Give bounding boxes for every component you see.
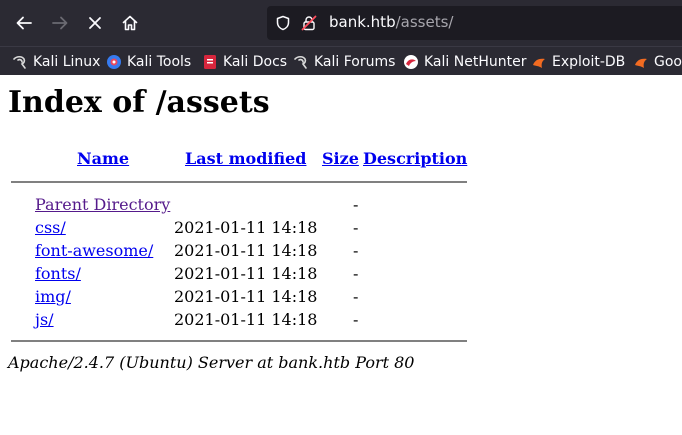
table-row-size: - bbox=[353, 218, 359, 237]
table-row-name: js/ bbox=[35, 310, 54, 329]
server-signature: Apache/2.4.7 (Ubuntu) Server at bank.htb… bbox=[8, 353, 415, 372]
stop-button[interactable] bbox=[80, 8, 110, 38]
forward-button[interactable] bbox=[45, 8, 75, 38]
table-row-size: - bbox=[353, 310, 359, 329]
close-icon bbox=[89, 17, 101, 29]
table-row-size: - bbox=[353, 241, 359, 260]
bookmark-kali-tools[interactable]: Kali Tools bbox=[106, 52, 191, 72]
bookmark-label: Goo bbox=[654, 54, 682, 70]
table-row-size: - bbox=[353, 287, 359, 306]
column-header-size[interactable]: Size bbox=[322, 149, 359, 168]
column-header-name[interactable]: Name bbox=[77, 149, 129, 168]
bookmark-label: Kali Forums bbox=[314, 54, 396, 70]
exploit-db-icon bbox=[635, 58, 647, 68]
table-row-modified: 2021-01-11 14:18 bbox=[174, 287, 318, 306]
bookmark-kali-docs[interactable]: Kali Docs bbox=[202, 52, 287, 72]
table-row-modified: 2021-01-11 14:18 bbox=[174, 264, 318, 283]
back-button[interactable] bbox=[9, 8, 39, 38]
kali-tools-icon bbox=[107, 55, 121, 69]
shield-icon[interactable] bbox=[275, 15, 291, 31]
table-row-modified: 2021-01-11 14:18 bbox=[174, 310, 318, 329]
folder-link-css[interactable]: css/ bbox=[35, 218, 66, 237]
browser-toolbar: bank.htb/assets/ bbox=[0, 0, 682, 46]
bookmark-goo[interactable]: Goo bbox=[633, 52, 682, 72]
url-text[interactable]: bank.htb/assets/ bbox=[329, 13, 453, 31]
bookmark-label: Kali Docs bbox=[223, 54, 288, 70]
page-title: Index of /assets bbox=[8, 85, 270, 120]
table-row-name: css/ bbox=[35, 218, 66, 237]
bookmark-kali-linux[interactable]: Kali Linux bbox=[12, 52, 100, 72]
bookmark-exploit-db[interactable]: Exploit-DB bbox=[531, 52, 625, 72]
address-bar[interactable]: bank.htb/assets/ bbox=[267, 6, 682, 40]
table-row-size: - bbox=[353, 195, 359, 214]
bookmark-label: Kali NetHunter bbox=[424, 54, 527, 70]
table-row-name: img/ bbox=[35, 287, 71, 306]
directory-listing-page: Index of /assets Name Last modified Size… bbox=[0, 75, 682, 435]
bookmark-kali-forums[interactable]: Kali Forums bbox=[293, 52, 395, 72]
url-path: /assets/ bbox=[395, 13, 454, 31]
folder-link-font-awesome[interactable]: font-awesome/ bbox=[35, 241, 153, 260]
parent-directory-link[interactable]: Parent Directory bbox=[35, 195, 170, 214]
table-row-size: - bbox=[353, 264, 359, 283]
home-button[interactable] bbox=[115, 8, 145, 38]
lock-insecure-icon[interactable] bbox=[301, 15, 317, 31]
home-icon bbox=[122, 15, 138, 31]
table-row-modified: 2021-01-11 14:18 bbox=[174, 218, 318, 237]
table-row-name: font-awesome/ bbox=[35, 241, 153, 260]
kali-docs-icon bbox=[204, 55, 216, 69]
kali-dragon-icon bbox=[294, 55, 307, 69]
table-row-name: fonts/ bbox=[35, 264, 81, 283]
bookmark-label: Exploit-DB bbox=[552, 54, 626, 70]
exploit-db-icon bbox=[533, 58, 545, 68]
table-row-name: Parent Directory bbox=[35, 195, 170, 214]
table-row-modified: 2021-01-11 14:18 bbox=[174, 241, 318, 260]
divider-top bbox=[11, 181, 467, 183]
bookmarks-toolbar: Kali Linux Kali Tools Kali Docs Kali For… bbox=[0, 46, 682, 75]
forward-arrow-icon bbox=[52, 16, 68, 30]
nethunter-icon bbox=[404, 55, 418, 69]
url-host: bank.htb bbox=[329, 13, 396, 31]
folder-link-js[interactable]: js/ bbox=[35, 310, 54, 329]
bookmark-label: Kali Tools bbox=[127, 54, 192, 70]
folder-link-fonts[interactable]: fonts/ bbox=[35, 264, 81, 283]
folder-link-img[interactable]: img/ bbox=[35, 287, 71, 306]
bookmark-label: Kali Linux bbox=[33, 54, 101, 70]
bookmark-kali-nethunter[interactable]: Kali NetHunter bbox=[403, 52, 526, 72]
column-header-description[interactable]: Description bbox=[363, 149, 467, 168]
kali-dragon-icon bbox=[13, 55, 26, 69]
column-header-last-modified[interactable]: Last modified bbox=[185, 149, 306, 168]
divider-bottom bbox=[11, 340, 467, 342]
back-arrow-icon bbox=[16, 16, 32, 30]
